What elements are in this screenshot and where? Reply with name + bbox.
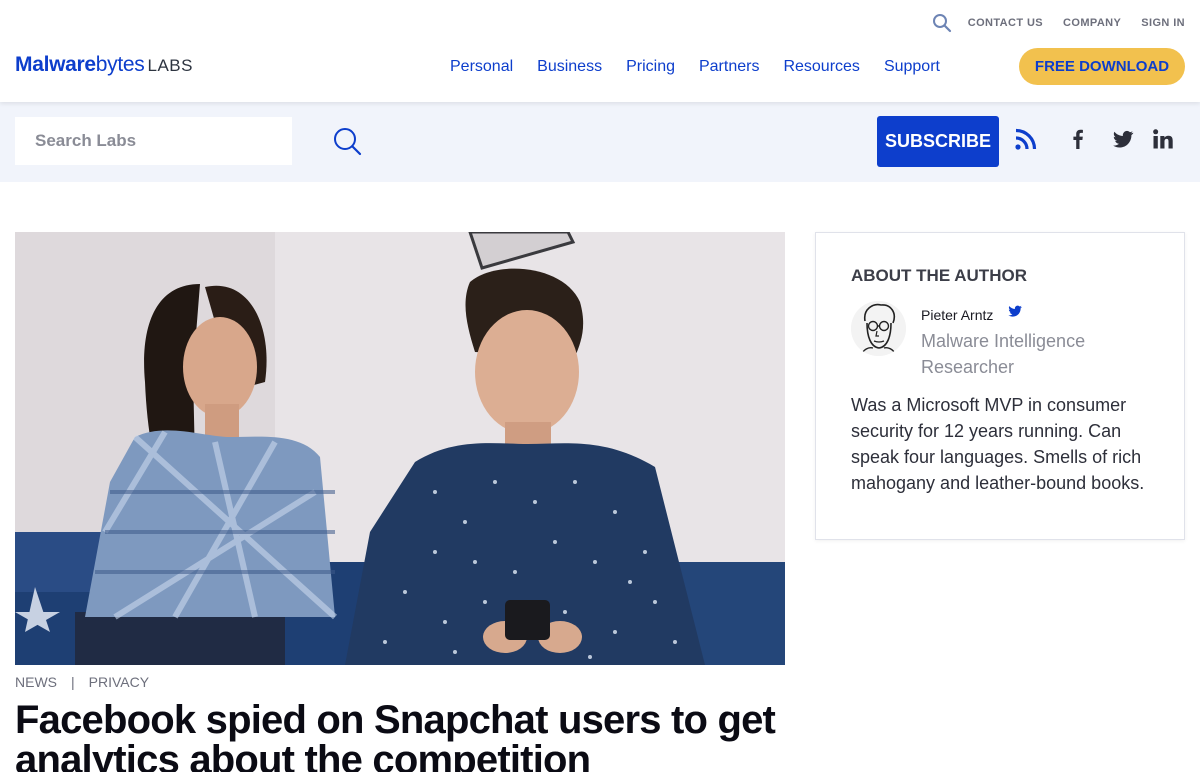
search-icon[interactable] bbox=[932, 13, 952, 33]
author-name[interactable]: Pieter Arntz bbox=[921, 307, 993, 323]
author-twitter-icon[interactable] bbox=[1007, 303, 1023, 319]
article-hero-image bbox=[15, 232, 785, 665]
contact-us-link[interactable]: CONTACT US bbox=[968, 17, 1043, 29]
nav-business[interactable]: Business bbox=[537, 58, 602, 76]
search-labs-input[interactable] bbox=[15, 117, 292, 165]
author-heading: ABOUT THE AUTHOR bbox=[851, 266, 1027, 285]
site-header: CONTACT US COMPANY SIGN IN Malware bytes L… bbox=[0, 0, 1200, 102]
category-privacy-link[interactable]: PRIVACY bbox=[89, 674, 149, 690]
nav-partners[interactable]: Partners bbox=[699, 58, 759, 76]
twitter-icon[interactable] bbox=[1110, 126, 1136, 152]
search-subscribe-bar: SUBSCRIBE bbox=[0, 102, 1200, 182]
logo-labs-text: LABS bbox=[147, 56, 193, 75]
malwarebytes-labs-logo[interactable]: Malware bytes LABS bbox=[15, 54, 193, 75]
article-categories: NEWS | PRIVACY bbox=[15, 674, 149, 690]
nav-resources[interactable]: Resources bbox=[783, 58, 859, 76]
free-download-button[interactable]: FREE DOWNLOAD bbox=[1019, 48, 1185, 85]
nav-support[interactable]: Support bbox=[884, 58, 940, 76]
rss-icon[interactable] bbox=[1013, 126, 1039, 152]
logo-bytes-text: bytes bbox=[95, 53, 145, 76]
author-role: Malware Intelligence Researcher bbox=[921, 331, 1086, 377]
company-link[interactable]: COMPANY bbox=[1063, 17, 1121, 29]
main-nav: Personal Business Pricing Partners Resou… bbox=[450, 58, 940, 76]
sign-in-link[interactable]: SIGN IN bbox=[1141, 17, 1185, 29]
author-avatar[interactable] bbox=[851, 301, 906, 356]
about-author-card: ABOUT THE AUTHOR Pieter Arntz Malware In… bbox=[815, 232, 1185, 540]
search-submit-icon[interactable] bbox=[332, 126, 362, 156]
linkedin-icon[interactable] bbox=[1150, 126, 1176, 152]
utility-nav: CONTACT US COMPANY SIGN IN bbox=[932, 13, 1185, 33]
article-title: Facebook spied on Snapchat users to get … bbox=[15, 698, 776, 772]
nav-pricing[interactable]: Pricing bbox=[626, 58, 675, 76]
category-separator: | bbox=[71, 674, 75, 690]
subscribe-button[interactable]: SUBSCRIBE bbox=[877, 116, 999, 167]
author-bio: Was a Microsoft MVP in consumer security… bbox=[851, 395, 1145, 493]
logo-malware-text: Malware bbox=[15, 53, 96, 76]
category-news-link[interactable]: NEWS bbox=[15, 674, 57, 690]
nav-personal[interactable]: Personal bbox=[450, 58, 513, 76]
facebook-icon[interactable] bbox=[1065, 126, 1091, 152]
